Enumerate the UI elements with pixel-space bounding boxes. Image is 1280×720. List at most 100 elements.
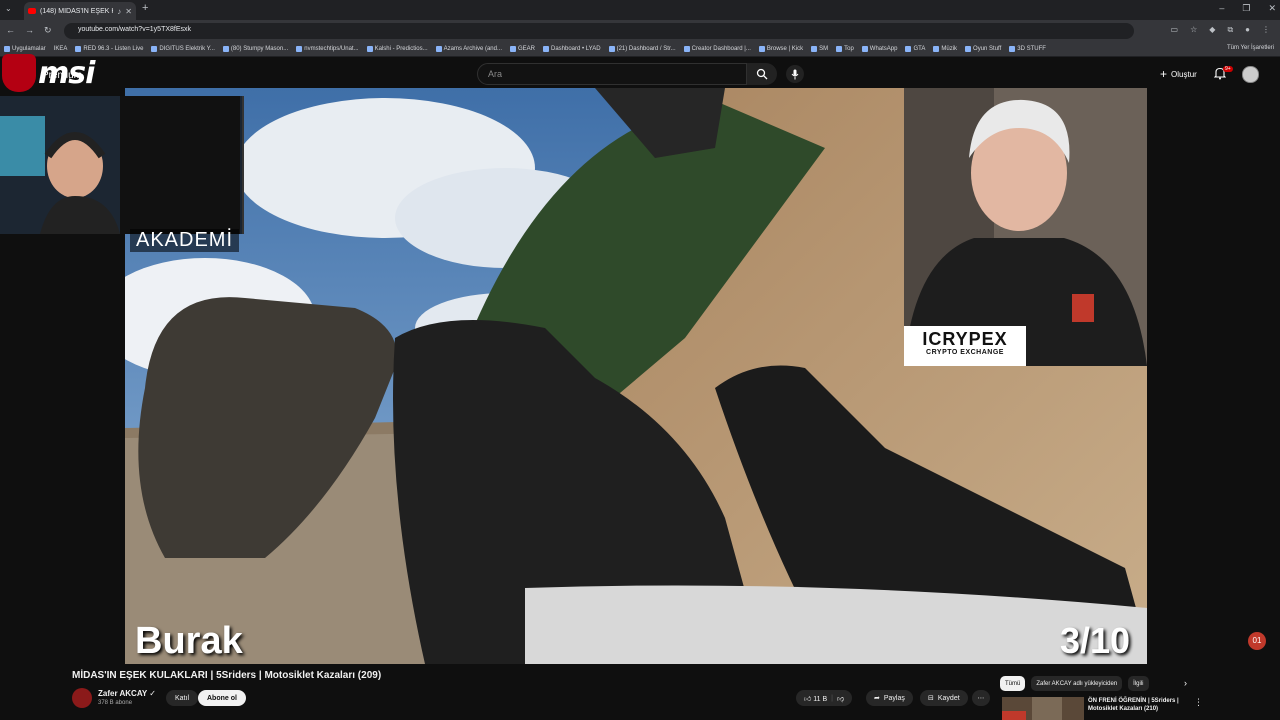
- chevron-right-icon[interactable]: ›: [1184, 678, 1187, 688]
- speaker-icon[interactable]: ♪: [117, 7, 121, 16]
- bookmark-item[interactable]: Browse | Kick: [758, 46, 803, 52]
- msi-shield-icon: [2, 54, 36, 92]
- bookmark-folder[interactable]: 3D STUFF: [1009, 46, 1046, 52]
- bookmark-favicon-icon: [75, 46, 82, 52]
- streamer-webcam-image: [0, 96, 240, 234]
- recommended-video[interactable]: ÖN FRENİ ÖĞRENİN | 5Sriders | Motosiklet…: [1002, 697, 1202, 720]
- active-tab[interactable]: (148) MİDAS'IN EŞEK KULA ♪ ✕: [24, 2, 136, 20]
- tab-search-icon[interactable]: ⌄: [5, 4, 12, 13]
- youtube-favicon-icon: [28, 8, 36, 14]
- chip-all[interactable]: Tümü: [1000, 676, 1026, 691]
- share-icon: ➦: [874, 695, 880, 702]
- search-input[interactable]: Ara: [477, 63, 747, 85]
- github-icon: [296, 46, 303, 52]
- bookmark-item[interactable]: WhatsApp: [861, 46, 897, 52]
- bookmark-item[interactable]: DIGITUS Elektrik Y...: [151, 46, 215, 52]
- minimize-icon[interactable]: –: [1219, 3, 1224, 14]
- all-bookmarks[interactable]: Tüm Yer İşaretleri: [1227, 45, 1274, 51]
- bookmark-folder[interactable]: Oyun Stuff: [965, 46, 1001, 52]
- bookmark-item[interactable]: SM: [811, 46, 828, 52]
- url-text: youtube.com/watch?v=1y5TX8fEsxk: [78, 26, 192, 33]
- notification-count: 9+: [1223, 66, 1233, 72]
- chip-uploader[interactable]: Zafer AKCAY adlı yükleyiciden: [1031, 676, 1123, 691]
- bookmark-item[interactable]: nvmstechtips/Unat...: [296, 46, 359, 52]
- thumbs-down-icon: 👎︎: [837, 695, 845, 703]
- bookmark-folder[interactable]: Müzik: [933, 46, 957, 52]
- toolbar-icons: ▭ ☆ ◆ ⧉ ● ⋮: [1171, 25, 1270, 35]
- maximize-icon[interactable]: ❐: [1242, 3, 1250, 14]
- back-icon[interactable]: ←: [6, 25, 15, 36]
- icrypex-logo: ICRYPEX CRYPTO EXCHANGE: [904, 326, 1026, 366]
- new-tab-icon[interactable]: +: [142, 2, 148, 14]
- profile-icon[interactable]: ●: [1245, 25, 1250, 35]
- bookmark-item[interactable]: Uygulamalar: [4, 46, 46, 52]
- bookmark-item[interactable]: RED 96.3 - Listen Live: [75, 46, 143, 52]
- omnibox[interactable]: youtube.com/watch?v=1y5TX8fEsxk: [64, 23, 1134, 39]
- bookmark-favicon-icon: [435, 46, 442, 52]
- voice-search-button[interactable]: [786, 65, 804, 83]
- browser-tab-strip: ⌄ (148) MİDAS'IN EŞEK KULA ♪ ✕ + – ❐ ✕: [0, 0, 1280, 20]
- rider-name-overlay: Burak: [135, 620, 243, 662]
- more-vertical-icon[interactable]: ⋮: [1194, 697, 1203, 708]
- streamer-webcam-overlay: [0, 96, 244, 234]
- bookmark-favicon-icon: [222, 46, 229, 52]
- bookmark-folder[interactable]: GTA: [905, 46, 925, 52]
- twitch-icon: [836, 46, 843, 52]
- bookmark-item[interactable]: Top: [836, 46, 854, 52]
- browser-menu-icon[interactable]: ⋮: [1262, 25, 1270, 35]
- nav-buttons: ← → ↻: [6, 25, 52, 36]
- dislike-button[interactable]: 👎︎: [837, 694, 844, 703]
- thumbs-up-icon: 👍︎: [804, 695, 812, 703]
- microphone-icon: [791, 69, 799, 79]
- search-button[interactable]: [747, 63, 777, 85]
- create-button[interactable]: + Oluştur: [1160, 67, 1197, 81]
- more-actions-button[interactable]: ⋯: [972, 690, 990, 706]
- twitch-icon: [811, 46, 818, 52]
- join-button[interactable]: Katıl: [166, 690, 199, 706]
- msi-brand-text: msi: [38, 55, 95, 91]
- folder-icon: [965, 46, 972, 52]
- bookmark-item[interactable]: (21) Dashboard / Str...: [608, 46, 676, 52]
- akademi-label: AKADEMİ: [130, 229, 240, 252]
- kick-icon: [758, 46, 765, 52]
- bookmark-favicon-icon: [683, 46, 690, 52]
- reload-icon[interactable]: ↻: [44, 25, 52, 36]
- bookmark-favicon-icon: [366, 46, 373, 52]
- channel-watermark[interactable]: 01: [1248, 632, 1266, 650]
- puzzle-icon[interactable]: ⧉: [1227, 25, 1233, 35]
- save-button[interactable]: ⊟ Kaydet: [920, 690, 968, 706]
- bookmark-item[interactable]: Dashboard • LYAD: [543, 46, 601, 52]
- address-bar-row: ← → ↻ youtube.com/watch?v=1y5TX8fEsxk ▭ …: [0, 20, 1280, 42]
- bookmark-item[interactable]: Creator Dashboard |...: [683, 46, 751, 52]
- bookmark-item[interactable]: (80) Stumpy Mason...: [222, 46, 288, 52]
- subscribe-button[interactable]: Abone ol: [198, 690, 246, 706]
- forward-icon[interactable]: →: [25, 25, 34, 36]
- guest-webcam-image: [904, 88, 1147, 366]
- bookmark-favicon-icon: [543, 46, 549, 52]
- folder-icon: [905, 46, 912, 52]
- close-window-icon[interactable]: ✕: [1268, 3, 1276, 14]
- cast-icon[interactable]: ▭: [1171, 25, 1179, 35]
- recommended-thumbnail[interactable]: [1002, 697, 1084, 720]
- channel-avatar[interactable]: [72, 688, 92, 708]
- tab-close-icon[interactable]: ✕: [125, 7, 132, 16]
- chip-related[interactable]: İlgili: [1128, 676, 1149, 691]
- window-controls: – ❐ ✕: [1219, 3, 1276, 14]
- bookmark-item[interactable]: Kalshi - Predictios...: [366, 46, 428, 52]
- verified-icon: ✓: [149, 689, 156, 698]
- folder-icon: [509, 46, 516, 52]
- plus-icon: +: [1160, 67, 1168, 81]
- extension-icon[interactable]: ◆: [1209, 25, 1215, 35]
- bookmark-star-icon[interactable]: ☆: [1190, 25, 1197, 35]
- bookmark-favicon-icon: [608, 46, 615, 52]
- like-button[interactable]: 👍︎ 11 B: [804, 694, 827, 703]
- bookmark-item[interactable]: Azams Archive (and...: [435, 46, 502, 52]
- channel-name[interactable]: Zafer AKCAY ✓: [98, 689, 156, 698]
- folder-icon: [933, 46, 940, 52]
- recommended-thumbnail-image: [1002, 697, 1084, 720]
- share-button[interactable]: ➦ Paylaş: [866, 690, 913, 706]
- bookmark-item[interactable]: IKEA: [54, 46, 68, 52]
- bookmark-folder[interactable]: GEAR: [509, 46, 535, 52]
- account-avatar[interactable]: [1242, 66, 1259, 83]
- bookmarks-bar: Uygulamalar IKEA RED 96.3 - Listen Live …: [0, 42, 1280, 57]
